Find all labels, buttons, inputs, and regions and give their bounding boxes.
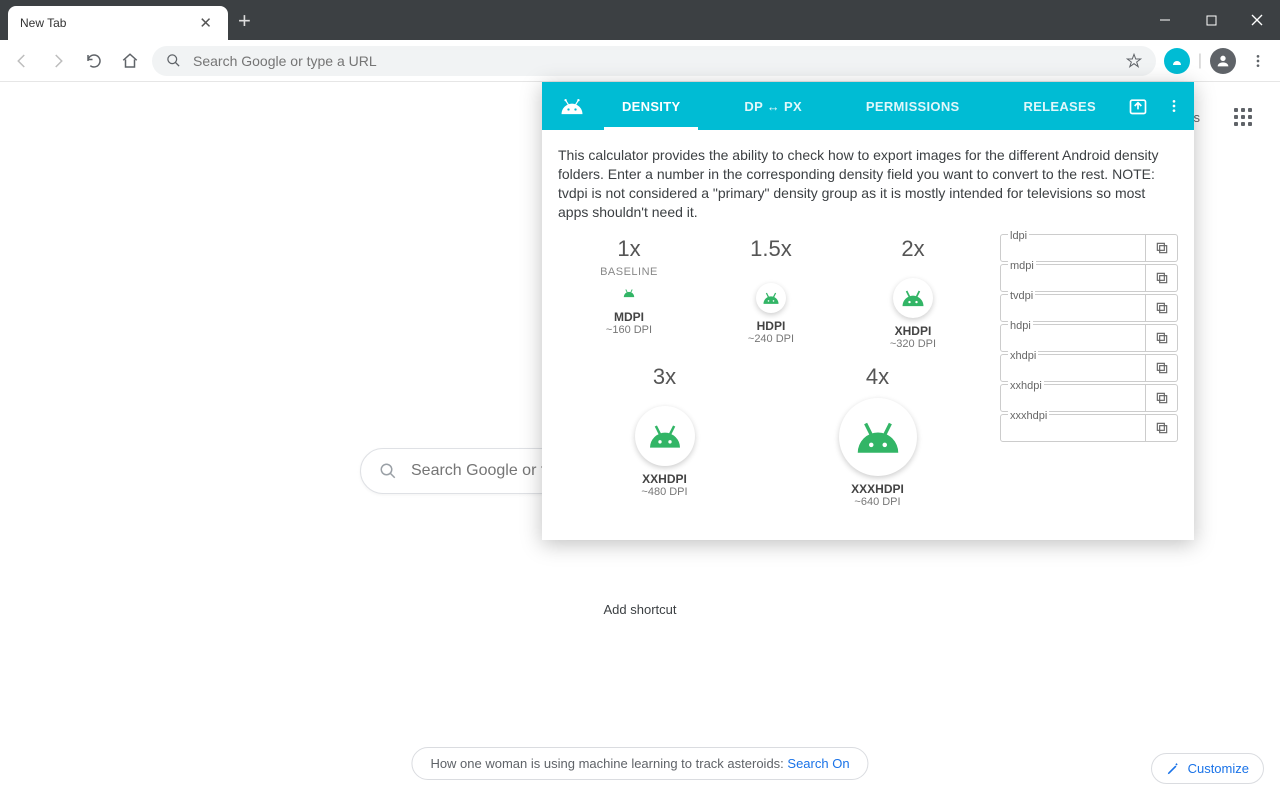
- density-xhdpi: 2x XHDPI ~320 DPI: [842, 230, 984, 358]
- home-button[interactable]: [116, 47, 144, 75]
- omnibox[interactable]: [152, 46, 1156, 76]
- density-mdpi: 1x BASELINE MDPI ~160 DPI: [558, 230, 700, 358]
- tab-permissions[interactable]: PERMISSIONS: [860, 82, 966, 130]
- omnibox-input[interactable]: [193, 53, 1114, 69]
- profile-button[interactable]: [1210, 48, 1236, 74]
- tab-title: New Tab: [20, 16, 195, 30]
- copy-icon: [1155, 361, 1169, 375]
- open-in-new-icon[interactable]: [1128, 96, 1148, 116]
- copy-icon: [1155, 421, 1169, 435]
- copy-xhdpi-button[interactable]: [1146, 354, 1178, 382]
- copy-mdpi-button[interactable]: [1146, 264, 1178, 292]
- copy-xxhdpi-button[interactable]: [1146, 384, 1178, 412]
- browser-tab[interactable]: New Tab ✕: [8, 6, 228, 40]
- description-text: This calculator provides the ability to …: [558, 146, 1178, 222]
- extension-button[interactable]: [1164, 48, 1190, 74]
- window-maximize-button[interactable]: [1188, 0, 1234, 40]
- new-tab-page: ges Add shortcut How one woman is using …: [0, 82, 1280, 800]
- promo-text: How one woman is using machine learning …: [430, 756, 787, 771]
- android-icon: [618, 282, 640, 304]
- density-hdpi: 1.5x HDPI ~240 DPI: [700, 230, 842, 358]
- reload-button[interactable]: [80, 47, 108, 75]
- density-xxxhdpi: 4x XXXHDPI ~640 DPI: [771, 358, 984, 516]
- star-icon[interactable]: [1126, 53, 1142, 69]
- copy-icon: [1155, 331, 1169, 345]
- browser-menu-button[interactable]: [1244, 47, 1272, 75]
- copy-tvdpi-button[interactable]: [1146, 294, 1178, 322]
- pencil-icon: [1166, 762, 1180, 776]
- android-logo-icon: [554, 96, 590, 116]
- tab-dp-px[interactable]: DP ↔ PX: [738, 82, 808, 130]
- promo-bar: How one woman is using machine learning …: [411, 747, 868, 780]
- promo-link[interactable]: Search On: [787, 756, 849, 771]
- search-icon: [379, 462, 397, 480]
- window-titlebar: New Tab ✕ +: [0, 0, 1280, 40]
- search-icon: [166, 53, 181, 68]
- browser-toolbar: |: [0, 40, 1280, 82]
- close-tab-icon[interactable]: ✕: [195, 14, 216, 32]
- copy-icon: [1155, 271, 1169, 285]
- density-xxhdpi: 3x XXHDPI ~480 DPI: [558, 358, 771, 516]
- popup-menu-icon[interactable]: [1166, 97, 1182, 115]
- copy-ldpi-button[interactable]: [1146, 234, 1178, 262]
- copy-icon: [1155, 391, 1169, 405]
- window-minimize-button[interactable]: [1142, 0, 1188, 40]
- copy-hdpi-button[interactable]: [1146, 324, 1178, 352]
- forward-button[interactable]: [44, 47, 72, 75]
- android-icon: [756, 283, 786, 313]
- density-icon-grid: 1x BASELINE MDPI ~160 DPI 1.5x: [558, 230, 984, 516]
- android-icon: [893, 278, 933, 318]
- extension-popup: DENSITY DP ↔ PX PERMISSIONS RELEASES Thi…: [542, 82, 1194, 540]
- popup-toolbar: DENSITY DP ↔ PX PERMISSIONS RELEASES: [542, 82, 1194, 130]
- add-shortcut-button[interactable]: Add shortcut: [604, 602, 677, 617]
- tab-density[interactable]: DENSITY: [616, 82, 686, 130]
- customize-button[interactable]: Customize: [1151, 753, 1264, 784]
- apps-grid-icon[interactable]: [1234, 108, 1252, 126]
- copy-icon: [1155, 241, 1169, 255]
- window-close-button[interactable]: [1234, 0, 1280, 40]
- tab-releases[interactable]: RELEASES: [1018, 82, 1102, 130]
- android-icon: [839, 398, 917, 476]
- copy-icon: [1155, 301, 1169, 315]
- copy-xxxhdpi-button[interactable]: [1146, 414, 1178, 442]
- android-icon: [635, 406, 695, 466]
- density-fields: ldpi mdpi tvdpi hdpi: [1000, 230, 1178, 516]
- back-button[interactable]: [8, 47, 36, 75]
- new-tab-button[interactable]: +: [238, 8, 251, 34]
